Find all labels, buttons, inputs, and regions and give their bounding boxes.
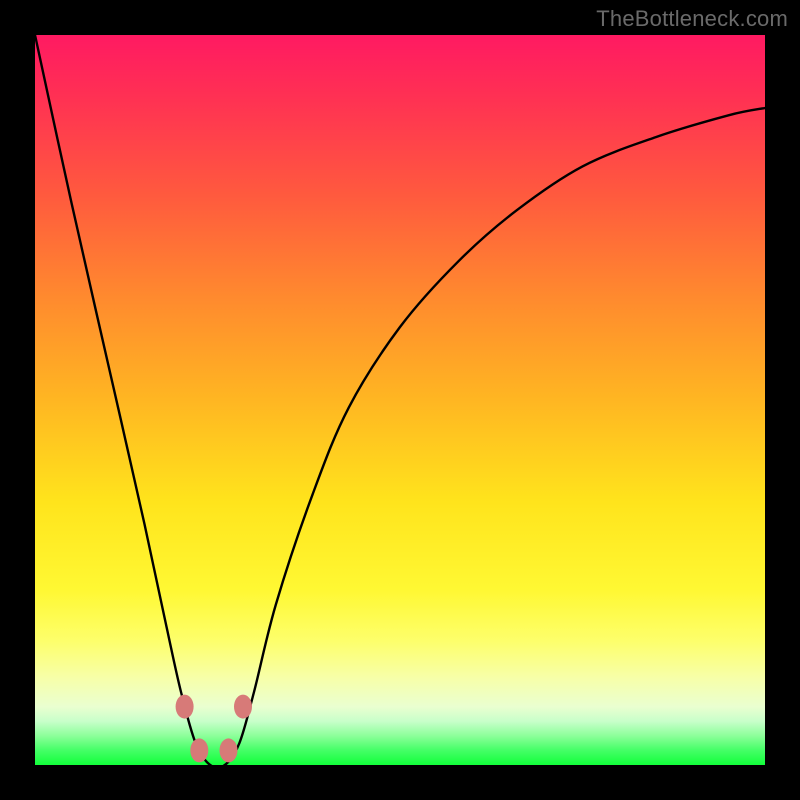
curve-svg xyxy=(35,35,765,765)
watermark-text: TheBottleneck.com xyxy=(596,6,788,32)
chart-frame: TheBottleneck.com xyxy=(0,0,800,800)
marker-left-upper xyxy=(176,695,194,719)
marker-right-upper xyxy=(234,695,252,719)
bottleneck-curve xyxy=(35,35,765,765)
plot-area xyxy=(35,35,765,765)
marker-left-lower xyxy=(190,738,208,762)
markers xyxy=(176,695,252,763)
marker-right-lower xyxy=(220,738,238,762)
